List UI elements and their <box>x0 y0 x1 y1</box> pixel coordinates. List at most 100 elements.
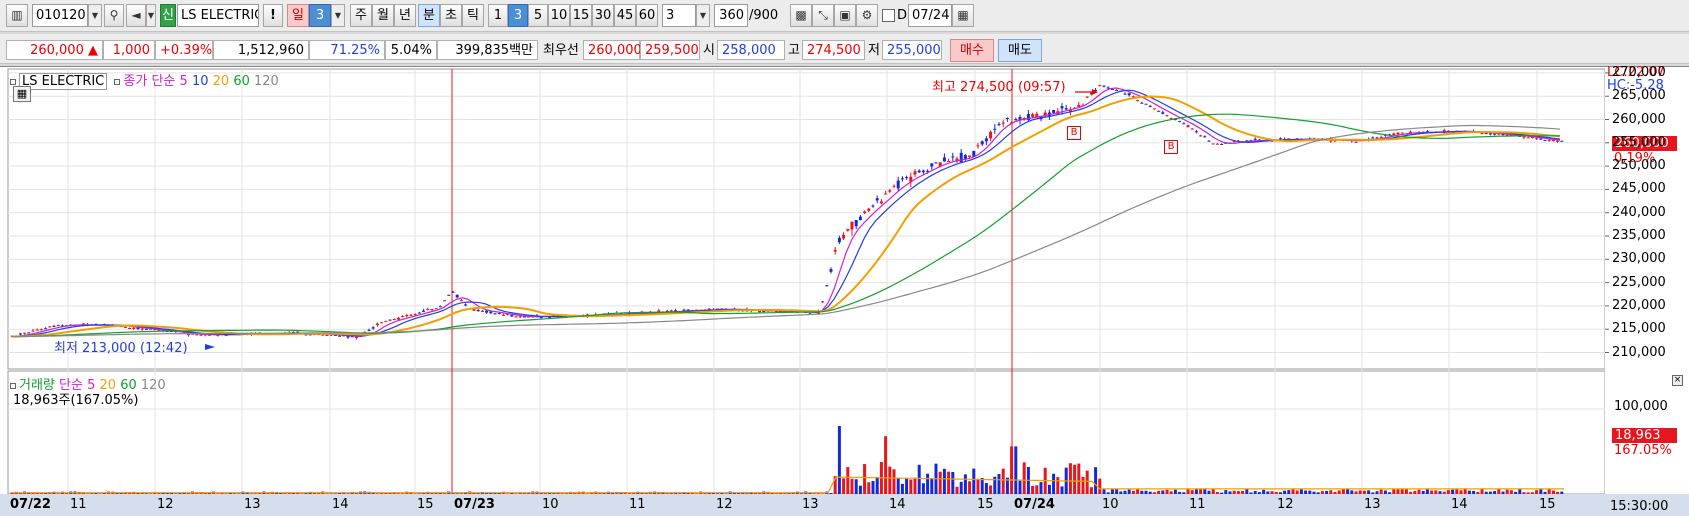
interval-3-button[interactable]: 3 <box>508 4 528 27</box>
save-icon[interactable]: ▣ <box>834 4 856 27</box>
day-count-chevron-icon[interactable]: ▼ <box>331 4 345 27</box>
candle-body <box>842 234 846 239</box>
d-checkbox[interactable] <box>882 9 895 22</box>
y-tick-label: 245,000 <box>1612 181 1666 197</box>
volume-bar <box>951 471 955 494</box>
period-day-count[interactable]: 3 <box>309 4 331 27</box>
candle-body <box>140 328 144 330</box>
candle-body <box>56 324 60 326</box>
volume-bar <box>1085 470 1089 494</box>
sell-button[interactable]: 매도 <box>998 39 1042 62</box>
period-year-button[interactable]: 년 <box>394 4 416 27</box>
interval-60-button[interactable]: 60 <box>636 4 658 27</box>
volume-bar <box>417 493 421 494</box>
date-input[interactable]: 07/24 <box>908 4 952 27</box>
volume-bar <box>1039 482 1043 494</box>
volume-bar <box>1325 490 1329 494</box>
buy-button[interactable]: 매수 <box>950 39 994 62</box>
stock-code-input[interactable]: 010120 <box>32 4 88 27</box>
volume-bar <box>1131 490 1135 494</box>
volume-bar <box>1337 490 1341 494</box>
volume-bar <box>695 493 699 494</box>
x-tick-label: 13 <box>802 497 819 512</box>
volume-bar <box>1047 484 1051 494</box>
candle-body <box>1186 125 1190 128</box>
candle-body <box>1371 137 1375 139</box>
interval-5-button[interactable]: 5 <box>528 4 548 27</box>
layout-icon[interactable]: ▥ <box>6 4 28 27</box>
code-dropdown-chevron-icon[interactable]: ▼ <box>88 4 102 27</box>
volume-bar <box>842 478 846 494</box>
volume-bar <box>1081 476 1085 494</box>
period-minute-button[interactable]: 분 <box>418 4 440 27</box>
d-checkbox-label: D <box>897 8 908 23</box>
volume-bar <box>896 477 900 494</box>
pane-close-icon[interactable]: × <box>1672 375 1683 386</box>
period-week-button[interactable]: 주 <box>350 4 372 27</box>
calendar-icon[interactable]: ▦ <box>952 4 974 27</box>
candle-body <box>1148 105 1152 107</box>
candle-body <box>1152 108 1156 110</box>
volume-bar <box>1530 492 1534 494</box>
candle-body <box>367 329 371 331</box>
candle-body <box>422 310 426 312</box>
period-tick-button[interactable]: 틱 <box>462 4 484 27</box>
volume-bar <box>938 471 942 494</box>
ma-label[interactable]: 종가 단순 <box>123 74 175 89</box>
volume-bar <box>1467 490 1471 494</box>
candle-body <box>1551 140 1555 142</box>
candle-body <box>984 138 988 142</box>
volume-bar <box>884 436 888 494</box>
chart-svg[interactable] <box>0 67 1689 516</box>
warning-button[interactable]: ! <box>263 4 283 27</box>
volume-bar <box>443 493 447 494</box>
candle-body <box>413 314 417 316</box>
period-month-button[interactable]: 월 <box>372 4 394 27</box>
volume-bar <box>829 492 833 494</box>
volume-bar <box>972 468 976 494</box>
volume-bar <box>913 477 917 494</box>
candle-body <box>1526 137 1530 139</box>
pane-title[interactable]: LS ELECTRIC <box>19 73 108 90</box>
turnover-rate: 5.04% <box>385 40 437 60</box>
chart-area[interactable]: LS ELECTRIC 종가 단순 5 10 20 60 120 ▦ 최고 27… <box>0 64 1689 516</box>
interval-chevron-icon[interactable]: ▼ <box>696 4 710 27</box>
volume-bar <box>1526 492 1530 494</box>
interval-1-button[interactable]: 1 <box>488 4 508 27</box>
interval-45-button[interactable]: 45 <box>614 4 636 27</box>
candle-body <box>396 317 400 320</box>
volume-bar <box>1190 490 1194 494</box>
gear-icon[interactable]: ⚙ <box>856 4 878 27</box>
speaker-icon[interactable]: ◄ <box>126 4 146 27</box>
speaker-dropdown-icon[interactable]: ▼ <box>146 4 156 27</box>
vol-ma-120-label: 120 <box>140 378 166 393</box>
candle-type-icon[interactable]: ▩ <box>790 4 812 27</box>
candle-body <box>1190 128 1194 130</box>
period-second-button[interactable]: 초 <box>440 4 462 27</box>
draw-line-icon[interactable]: ⤡ <box>812 4 834 27</box>
volume-bar <box>1031 485 1035 494</box>
ma-120-label: 120 <box>254 74 279 89</box>
bars-shown-input[interactable]: 360 <box>714 4 748 27</box>
volume-bar <box>1022 462 1026 494</box>
volume-bar <box>980 477 984 494</box>
change-amount: 1,000 <box>103 40 155 60</box>
y-tick-label: 225,000 <box>1612 274 1666 290</box>
stock-name-field[interactable]: LS ELECTRIC <box>177 4 259 27</box>
interval-30-button[interactable]: 30 <box>592 4 614 27</box>
y-tick-label: 215,000 <box>1612 321 1666 337</box>
volume-bar <box>909 479 913 494</box>
interval-15-button[interactable]: 15 <box>570 4 592 27</box>
candle-body <box>1161 112 1165 114</box>
y-tick-label: 270,000 <box>1612 64 1666 80</box>
volume-bar <box>1157 490 1161 494</box>
volume-bar <box>1430 490 1434 494</box>
buy-signal-marker: B <box>1164 140 1178 154</box>
interval-10-button[interactable]: 10 <box>548 4 570 27</box>
table-toggle-icon[interactable]: ▦ <box>13 86 31 102</box>
search-icon[interactable]: ⚲ <box>104 4 124 27</box>
period-day-button[interactable]: 일 <box>287 4 309 27</box>
candle-body <box>1194 131 1198 133</box>
interval-count-input[interactable]: 3 <box>662 4 696 27</box>
candle-body <box>1123 93 1127 95</box>
